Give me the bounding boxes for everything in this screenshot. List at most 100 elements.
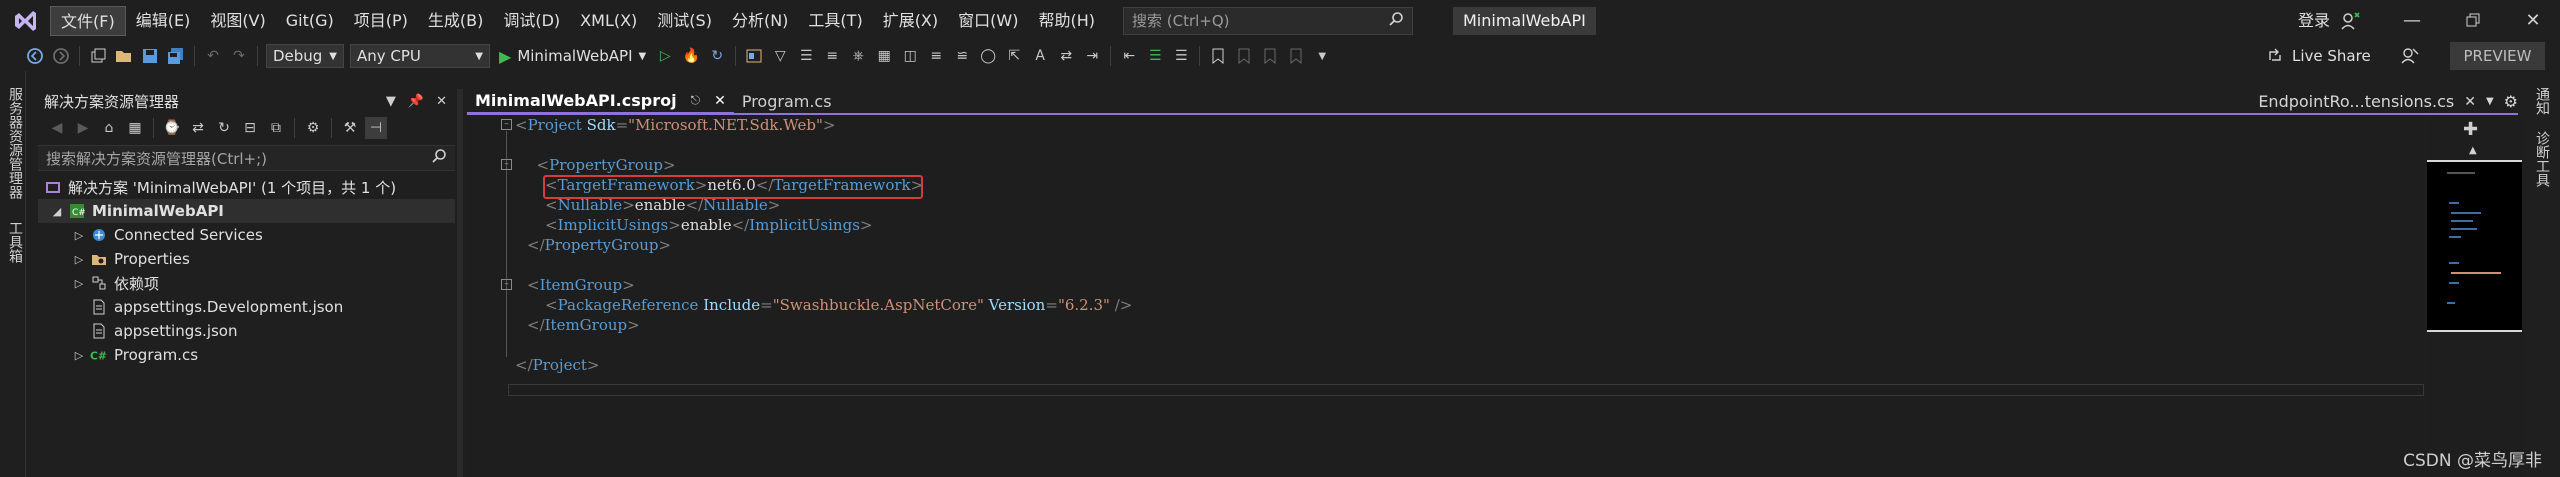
tree-item-dependencies[interactable]: ▷ 依赖项 — [38, 271, 455, 295]
account-icon[interactable] — [2340, 10, 2362, 36]
comment-selection-icon[interactable]: ☰ — [1144, 45, 1166, 67]
format-document-icon[interactable]: ☰ — [795, 45, 817, 67]
notifications-tab[interactable]: 通知 — [2532, 87, 2552, 115]
refresh-icon[interactable]: ↻ — [213, 117, 235, 139]
chevron-right-icon[interactable]: ▷ — [72, 349, 86, 362]
show-all-files-icon[interactable]: ⧉ — [265, 117, 287, 139]
clear-bookmarks-icon[interactable] — [1285, 45, 1307, 67]
replace-icon[interactable]: ⇄ — [1055, 45, 1077, 67]
start-debugging-button[interactable]: ▶ MinimalWebAPI ▼ — [493, 47, 652, 66]
live-share-button[interactable]: Live Share — [2268, 44, 2371, 68]
tab-program-cs[interactable]: Program.cs — [734, 89, 840, 114]
scroll-up-icon[interactable]: ▲ — [2469, 145, 2477, 156]
indent-icon[interactable]: ⇥ — [1081, 45, 1103, 67]
menu-file[interactable]: 文件(F) — [50, 5, 126, 36]
bookmark-icon[interactable] — [1207, 45, 1229, 67]
find-icon[interactable]: ◯ — [977, 45, 999, 67]
menu-analyze[interactable]: 分析(N) — [722, 6, 798, 36]
toolbox-tab[interactable]: 工具箱 — [5, 221, 25, 263]
menu-help[interactable]: 帮助(H) — [1028, 6, 1105, 36]
chevron-right-icon[interactable]: ▷ — [72, 229, 86, 242]
signin-link[interactable]: 登录 — [2298, 0, 2330, 41]
tree-project-node[interactable]: ◢ C# MinimalWebAPI — [38, 199, 455, 223]
uncomment-selection-icon[interactable]: ☰ — [1170, 45, 1192, 67]
code-map-icon[interactable]: ⊣ — [365, 117, 387, 139]
navigate-forward-icon[interactable] — [50, 45, 72, 67]
diagnostics-tab[interactable]: 诊断工具 — [2532, 131, 2552, 187]
solution-explorer-icon[interactable] — [743, 45, 765, 67]
menu-extensions[interactable]: 扩展(X) — [873, 6, 948, 36]
menu-tools[interactable]: 工具(T) — [798, 6, 872, 36]
close-tab-icon[interactable]: ✕ — [2464, 94, 2476, 110]
class-view-icon[interactable]: ≡ — [821, 45, 843, 67]
tab-endpoint-extensions[interactable]: EndpointRo...tensions.cs — [2258, 92, 2454, 111]
menu-debug[interactable]: 调试(D) — [493, 6, 570, 36]
menu-git[interactable]: Git(G) — [276, 6, 344, 36]
close-panel-icon[interactable]: ✕ — [436, 94, 447, 109]
menu-view[interactable]: 视图(V) — [200, 6, 275, 36]
menu-project[interactable]: 项目(P) — [344, 6, 418, 36]
back-icon[interactable]: ◀ — [46, 117, 68, 139]
solution-explorer-search[interactable]: 搜索解决方案资源管理器(Ctrl+;) — [38, 145, 455, 171]
fold-toggle-icon[interactable]: – — [501, 159, 512, 170]
pin-icon[interactable]: 📌 — [408, 94, 424, 109]
save-icon[interactable] — [139, 45, 161, 67]
outdent-icon[interactable]: ⇤ — [1118, 45, 1140, 67]
fold-toggle-icon[interactable]: – — [501, 119, 512, 130]
navigate-back-icon[interactable] — [24, 45, 46, 67]
text-format-icon[interactable]: A — [1029, 45, 1051, 67]
undo-icon[interactable]: ↶ — [202, 45, 224, 67]
tree-item-appsettings[interactable]: appsettings.json — [38, 319, 455, 343]
configuration-dropdown[interactable]: Debug ▼ — [266, 44, 344, 68]
chevron-right-icon[interactable]: ▷ — [72, 277, 86, 290]
split-editor-icon[interactable]: ✚ — [2463, 119, 2478, 140]
settings-gear-icon[interactable]: ⚙ — [2504, 92, 2518, 111]
object-browser-icon[interactable]: ⎈ — [847, 45, 869, 67]
tree-item-properties[interactable]: ▷ Properties — [38, 247, 455, 271]
server-explorer-tab[interactable]: 服务器资源管理器 — [5, 87, 25, 199]
tab-csproj[interactable]: MinimalWebAPI.csproj ⎋ ✕ — [467, 89, 734, 114]
chevron-right-icon[interactable]: ▷ — [72, 253, 86, 266]
window-position-icon[interactable]: ▼ — [386, 94, 396, 109]
sync-active-document-icon[interactable]: ⇄ — [187, 117, 209, 139]
close-window-icon[interactable]: ✕ — [2521, 8, 2545, 32]
switch-views-icon[interactable]: ▦ — [124, 117, 146, 139]
uncomment-icon[interactable]: ≌ — [951, 45, 973, 67]
tree-solution-node[interactable]: 解决方案 'MinimalWebAPI' (1 个项目，共 1 个) — [38, 175, 455, 199]
search-input[interactable]: 搜索 (Ctrl+Q) — [1122, 6, 1413, 35]
start-without-debugging-icon[interactable]: ▷ — [654, 45, 676, 67]
tree-item-connected-services[interactable]: ▷ Connected Services — [38, 223, 455, 247]
tree-item-program-cs[interactable]: ▷ C# Program.cs — [38, 343, 455, 367]
next-bookmark-icon[interactable] — [1259, 45, 1281, 67]
minimap-viewport[interactable] — [2427, 160, 2522, 332]
preview-button[interactable]: PREVIEW — [2450, 42, 2545, 70]
new-project-icon[interactable] — [87, 45, 109, 67]
collapse-all-icon[interactable]: ⊟ — [239, 117, 261, 139]
redo-icon[interactable]: ↷ — [228, 45, 250, 67]
preview-selected-items-icon[interactable]: ⚙ — [302, 117, 324, 139]
menu-build[interactable]: 生成(B) — [418, 6, 493, 36]
panel-splitter[interactable] — [457, 89, 463, 477]
restore-icon[interactable] — [2461, 8, 2485, 32]
hot-reload-icon[interactable]: 🔥 — [680, 45, 702, 67]
home-icon[interactable]: ⌂ — [98, 117, 120, 139]
forward-icon[interactable]: ▶ — [72, 117, 94, 139]
feedback-icon[interactable] — [2400, 46, 2420, 70]
tab-list-dropdown-icon[interactable]: ▼ — [2486, 96, 2494, 107]
menu-xml[interactable]: XML(X) — [570, 6, 647, 36]
toolbox-icon[interactable]: ◫ — [899, 45, 921, 67]
select-icon[interactable]: ⇱ — [1003, 45, 1025, 67]
pending-changes-filter-icon[interactable]: ⌚ — [161, 117, 183, 139]
menu-window[interactable]: 窗口(W) — [948, 6, 1028, 36]
properties-wrench-icon[interactable]: ⚒ — [339, 117, 361, 139]
platform-dropdown[interactable]: Any CPU ▼ — [350, 44, 490, 68]
fold-toggle-icon[interactable]: – — [501, 279, 512, 290]
code-editor[interactable]: – – – <Project Sdk="Microsoft.NET.Sdk.We… — [467, 115, 2425, 477]
properties-icon[interactable]: ▦ — [873, 45, 895, 67]
chevron-down-icon[interactable]: ◢ — [50, 205, 64, 218]
tree-item-appsettings-development[interactable]: appsettings.Development.json — [38, 295, 455, 319]
toolbar-options-icon[interactable]: ▽ — [769, 45, 791, 67]
save-all-icon[interactable] — [165, 45, 187, 67]
minimize-icon[interactable]: — — [2400, 8, 2424, 32]
previous-bookmark-icon[interactable] — [1233, 45, 1255, 67]
